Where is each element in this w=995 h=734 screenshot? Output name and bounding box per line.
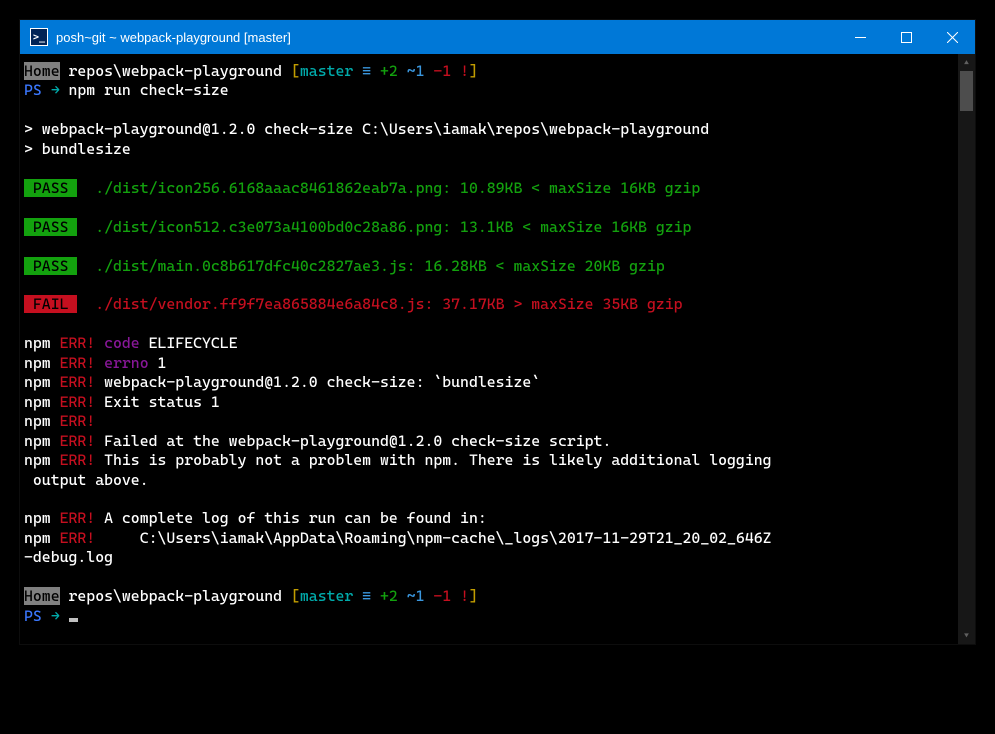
npm-error-line: npm ERR! Exit status 1 <box>24 393 954 412</box>
npm-error-line: npm ERR! webpack-playground@1.2.0 check-… <box>24 373 954 392</box>
bundlesize-result: PASS ./dist/icon256.6168aaac8461862eab7a… <box>24 179 954 198</box>
powershell-icon: >_ <box>30 28 48 46</box>
pass-badge: PASS <box>24 179 77 197</box>
output-line: > bundlesize <box>24 140 954 159</box>
minimize-button[interactable] <box>837 20 883 54</box>
scroll-down-icon[interactable]: ▼ <box>958 627 975 644</box>
pass-badge: PASS <box>24 218 77 236</box>
prompt-home: Home <box>24 587 60 605</box>
terminal-window: >_ posh~git ~ webpack-playground [master… <box>20 20 975 644</box>
npm-error-line: npm ERR! code ELIFECYCLE <box>24 334 954 353</box>
window-title: posh~git ~ webpack-playground [master] <box>56 30 291 45</box>
npm-error-line: output above. <box>24 471 954 490</box>
npm-error-line: npm ERR! Failed at the webpack-playgroun… <box>24 432 954 451</box>
cursor <box>69 618 78 622</box>
scrollbar[interactable]: ▲ ▼ <box>958 54 975 644</box>
fail-badge: FAIL <box>24 295 77 313</box>
npm-error-line: npm ERR! errno 1 <box>24 354 954 373</box>
prompt-line: Home repos\webpack-playground [master ≡ … <box>24 587 954 606</box>
terminal-output[interactable]: Home repos\webpack-playground [master ≡ … <box>20 54 958 644</box>
npm-error-line: npm ERR! This is probably not a problem … <box>24 451 954 470</box>
scroll-up-icon[interactable]: ▲ <box>958 54 975 71</box>
scrollbar-thumb[interactable] <box>960 71 973 111</box>
command-line: PS → npm run check-size <box>24 81 954 100</box>
command-line[interactable]: PS → <box>24 607 954 626</box>
npm-error-line: npm ERR! <box>24 412 954 431</box>
bundlesize-result: PASS ./dist/main.0c8b617dfc40c2827ae3.js… <box>24 257 954 276</box>
output-line: > webpack-playground@1.2.0 check-size C:… <box>24 120 954 139</box>
bundlesize-result: PASS ./dist/icon512.c3e073a4100bd0c28a86… <box>24 218 954 237</box>
npm-error-line: npm ERR! A complete log of this run can … <box>24 509 954 528</box>
titlebar[interactable]: >_ posh~git ~ webpack-playground [master… <box>20 20 975 54</box>
prompt-line: Home repos\webpack-playground [master ≡ … <box>24 62 954 81</box>
close-button[interactable] <box>929 20 975 54</box>
maximize-button[interactable] <box>883 20 929 54</box>
npm-error-line: -debug.log <box>24 548 954 567</box>
pass-badge: PASS <box>24 257 77 275</box>
bundlesize-result: FAIL ./dist/vendor.ff9f7ea865884e6a84c8.… <box>24 295 954 314</box>
npm-error-line: npm ERR! C:\Users\iamak\AppData\Roaming\… <box>24 529 954 548</box>
prompt-home: Home <box>24 62 60 80</box>
